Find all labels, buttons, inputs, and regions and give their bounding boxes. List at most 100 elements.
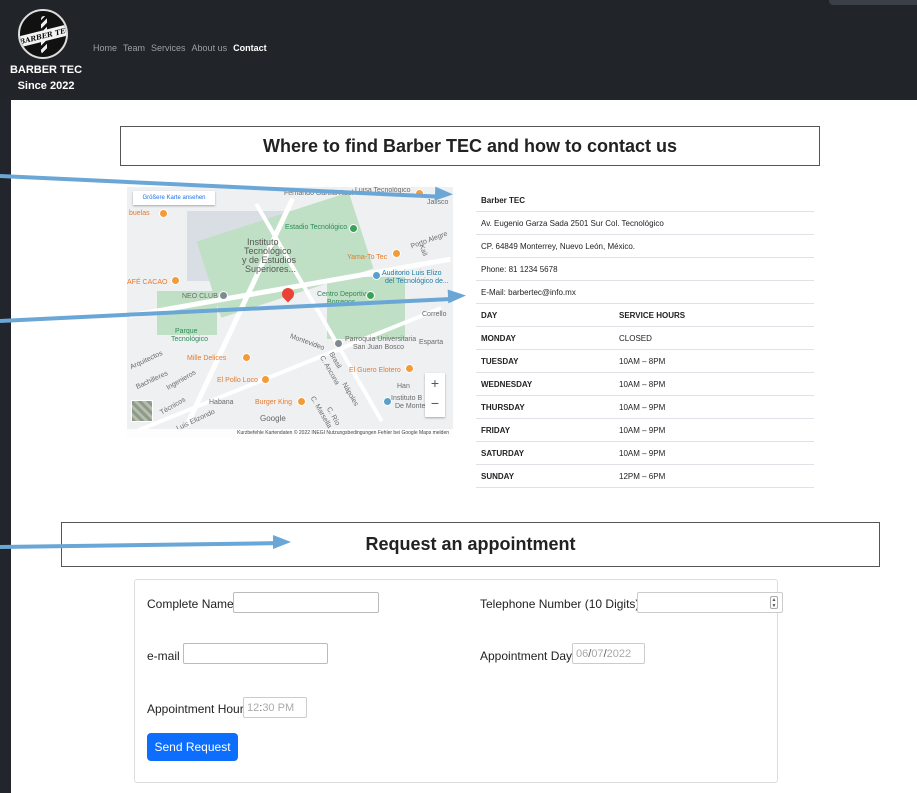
map-label-polio: El Pollo Loco: [217, 377, 258, 384]
appointment-hour-input[interactable]: 12:30 PM: [243, 697, 307, 718]
appointment-form: Complete Name Telephone Number (10 Digit…: [134, 579, 783, 783]
map-label-neo: NEO CLUB: [182, 293, 218, 300]
day-day: 07: [591, 647, 604, 660]
top-navbar: BARBER TEC BARBER TEC Since 2022 Home Te…: [0, 0, 917, 100]
hour-mm: 30: [262, 701, 275, 714]
table-row: WEDNESDAY 10AM – 8PM: [476, 373, 814, 396]
time-cell: 10AM – 8PM: [619, 379, 666, 389]
telephone-input[interactable]: ▲ ▼: [637, 592, 783, 613]
day-year: 2022: [606, 647, 632, 660]
food-pin-icon: [159, 209, 168, 218]
appointment-day-input[interactable]: 06/07/2022: [572, 643, 645, 664]
gym-pin-icon: [219, 291, 228, 300]
address-line: Av. Eugenio Garza Sada 2501 Sur Col. Tec…: [476, 212, 814, 235]
barber-logo[interactable]: BARBER TEC: [18, 9, 68, 59]
map-label-eluero: El Guero Elotero: [349, 367, 401, 374]
map-label-kali: Kali: [417, 243, 429, 258]
map-label-parroquia: Parroquia Universitaria: [345, 336, 417, 343]
service-hours-table: DAY SERVICE HOURS MONDAY CLOSED TUESDAY 10…: [476, 304, 814, 488]
map-label-centro: Centro Deportivo: [317, 291, 370, 298]
table-row: THURSDAY 10AM – 9PM: [476, 396, 814, 419]
map-label-auditorio: Auditorio Luis Elizo: [382, 270, 442, 277]
map-label-parque2: Tecnológico: [171, 336, 208, 343]
map-label-burger: Burger King: [255, 399, 292, 406]
church-pin-icon: [334, 339, 343, 348]
time-cell: 10AM – 8PM: [619, 356, 666, 366]
nav-about-us[interactable]: About us: [192, 43, 228, 53]
map-label-arquitectos: Arquitectos: [129, 349, 164, 372]
hours-header: SERVICE HOURS: [619, 310, 686, 320]
zoom-in-icon[interactable]: +: [425, 373, 445, 393]
day-cell: SUNDAY: [481, 471, 515, 481]
nav-team[interactable]: Team: [123, 43, 145, 53]
day-cell: SATURDAY: [481, 448, 525, 458]
appointment-day-label: Appointment Day: [480, 649, 573, 663]
email-input[interactable]: [183, 643, 328, 664]
map-label-bachilleres: Bachilleres: [135, 370, 170, 391]
food-pin-icon: [261, 375, 270, 384]
cafe-pin-icon: [171, 276, 180, 285]
day-header: DAY: [481, 310, 498, 320]
annotation-arrowhead-2: [447, 288, 467, 304]
time-cell: 10AM – 9PM: [619, 402, 666, 412]
map-zoom-control[interactable]: + −: [425, 373, 445, 417]
map-label-esparta: Esparta: [419, 339, 444, 346]
contact-info-table: Barber TEC Av. Eugenio Garza Sada 2501 S…: [476, 189, 814, 488]
map-label-buelas: buelas: [129, 210, 150, 217]
map-label-auditorio2: del Tecnológico de...: [385, 278, 449, 285]
name-label: Complete Name: [147, 597, 234, 611]
map-label-han: Han: [397, 383, 410, 390]
brand-name[interactable]: BARBER TEC Since 2022: [8, 62, 84, 94]
map-label-corrella: Corrello: [422, 311, 447, 318]
bigger-map-button[interactable]: Größere Karte ansehen: [133, 191, 215, 205]
brand-name-line2: Since 2022: [17, 80, 75, 92]
table-row: FRIDAY 10AM – 9PM: [476, 419, 814, 442]
nav-services[interactable]: Services: [151, 43, 186, 53]
map-label-montevideo: Montevideo: [288, 333, 326, 352]
zoom-out-icon[interactable]: −: [425, 393, 445, 413]
annotation-arrowhead-3: [273, 535, 291, 549]
send-request-button[interactable]: Send Request: [147, 733, 238, 761]
table-row: TUESDAY 10AM – 8PM: [476, 350, 814, 373]
map-label-instituto-b: Instituto B: [391, 395, 423, 402]
nav-contact[interactable]: Contact: [233, 43, 267, 53]
business-name: Barber TEC: [476, 189, 814, 212]
food-pin-icon: [297, 397, 306, 406]
time-cell: 10AM – 9PM: [619, 448, 666, 458]
hour-hh: 12: [247, 701, 260, 714]
map-label-porto: Porto Alegre: [409, 230, 449, 251]
page-title: Where to find Barber TEC and how to cont…: [120, 126, 820, 166]
music-pin-icon: [372, 271, 381, 280]
day-cell: FRIDAY: [481, 425, 511, 435]
map-label-parque: Parque: [175, 328, 198, 335]
table-row: MONDAY CLOSED: [476, 327, 814, 350]
email-label: e-mail: [147, 649, 180, 663]
brand-name-line1: BARBER TEC: [9, 64, 83, 76]
food-pin-icon: [405, 364, 414, 373]
map-label-estadio: Estadio Tecnológico: [285, 224, 348, 231]
email-line: E-Mail: barbertec@info.mx: [476, 281, 814, 304]
complete-name-input[interactable]: [233, 592, 379, 613]
map-footer[interactable]: Kurzbefehle Kartendaten © 2022 INEGI Nut…: [127, 429, 453, 438]
nav-home[interactable]: Home: [93, 43, 117, 53]
time-cell: 12PM – 6PM: [619, 471, 666, 481]
satellite-view-thumbnail[interactable]: [131, 400, 153, 422]
map-label-ingenieros: Ingenieros: [165, 369, 198, 392]
map-label-mille: Mille Delices: [187, 355, 227, 362]
appointment-hour-label: Appointment Hour: [147, 702, 244, 716]
main-content: Where to find Barber TEC and how to cont…: [11, 100, 917, 793]
map-label-habana: Habana: [209, 399, 234, 406]
stadium-pin-icon: [349, 224, 358, 233]
food-pin-icon: [392, 249, 401, 258]
day-cell: WEDNESDAY: [481, 379, 533, 389]
map-label-superiores: Superiores...: [245, 264, 297, 274]
map-label-napoles: Nápoles: [340, 381, 360, 408]
number-stepper-icon[interactable]: ▲ ▼: [770, 596, 778, 609]
map-label-parroquia2: San Juan Bosco: [353, 344, 404, 351]
hour-ampm: PM: [277, 701, 295, 714]
map-label-yama: Yama-To Tec: [347, 254, 388, 261]
day-cell: THURSDAY: [481, 402, 525, 412]
food-pin-icon: [242, 353, 251, 362]
day-cell: TUESDAY: [481, 356, 519, 366]
nav-links: Home Team Services About us Contact: [93, 43, 267, 53]
